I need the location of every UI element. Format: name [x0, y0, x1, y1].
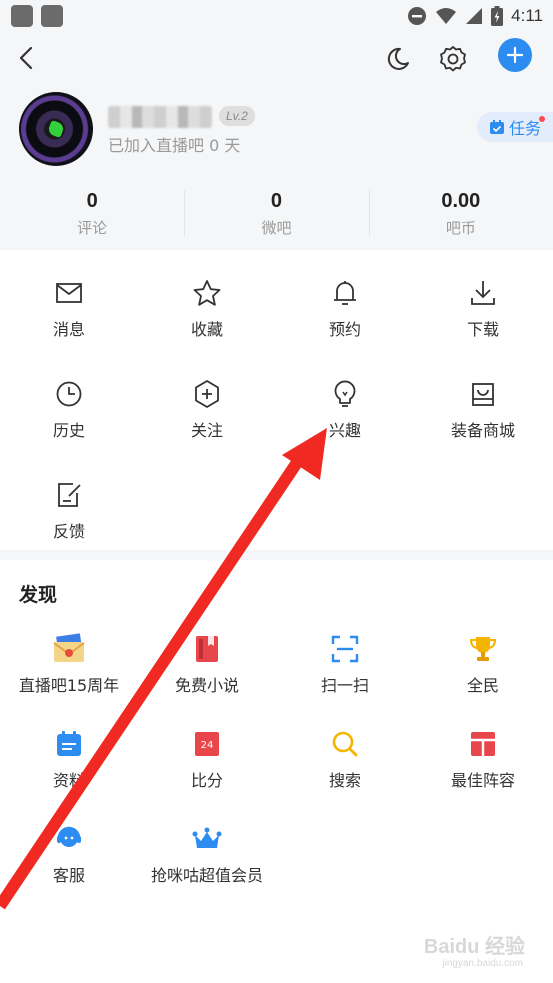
- discover-item-data[interactable]: 资料: [0, 727, 138, 791]
- stat-label: 评论: [77, 219, 108, 237]
- menu-item-feedback[interactable]: 反馈: [0, 478, 138, 542]
- discover-label: 资料: [52, 771, 85, 790]
- plus-icon: [506, 46, 524, 64]
- discover-label: 最佳阵容: [450, 771, 515, 790]
- discover-label: 扫一扫: [320, 676, 369, 695]
- menu-label: 历史: [52, 421, 85, 440]
- menu-item-equipment-store[interactable]: 装备商城: [414, 377, 552, 441]
- section-divider: [0, 550, 553, 560]
- envelope-anniversary-icon: [53, 633, 85, 662]
- svg-text:24: 24: [201, 740, 214, 751]
- discover-label: 比分: [190, 771, 223, 790]
- back-arrow-icon: [19, 46, 33, 70]
- status-bar: 4:11: [0, 0, 553, 32]
- discover-item-search[interactable]: 搜索: [276, 727, 414, 791]
- scan-icon: [331, 635, 359, 663]
- discover-label: 客服: [52, 866, 85, 885]
- moon-icon: [387, 47, 409, 70]
- discover-title: 发现: [19, 584, 58, 606]
- book-icon: [196, 636, 218, 662]
- discover-label: 全民: [466, 676, 499, 695]
- download-icon: [471, 281, 495, 305]
- star-icon: [193, 280, 221, 306]
- shopping-bag-icon: [472, 383, 494, 406]
- menu-label: 预约: [328, 320, 361, 339]
- stat-value: 0: [86, 190, 98, 212]
- menu-label: 兴趣: [328, 421, 361, 440]
- minus-circle-icon: [408, 7, 427, 25]
- menu-item-messages[interactable]: 消息: [0, 276, 138, 340]
- stat-value: 0: [270, 190, 283, 212]
- plus-hexagon-icon: [195, 380, 219, 408]
- discover-item-scan[interactable]: 扫一扫: [276, 632, 414, 696]
- menu-label: 关注: [190, 421, 223, 440]
- scoreboard-icon: 24: [195, 732, 219, 756]
- task-label: 任务: [508, 119, 541, 138]
- add-button[interactable]: [498, 38, 532, 72]
- stat-coins[interactable]: 0.00 吧币: [368, 182, 553, 242]
- clock-time: 4:11: [511, 6, 543, 25]
- lightbulb-icon: [334, 380, 356, 407]
- crown-icon: [192, 827, 222, 848]
- stat-weiba[interactable]: 0 微吧: [184, 182, 368, 242]
- stat-comments[interactable]: 0 评论: [0, 182, 184, 242]
- menu-label: 下载: [466, 320, 499, 339]
- menu-item-reservations[interactable]: 预约: [276, 276, 414, 340]
- menu-item-downloads[interactable]: 下载: [414, 276, 552, 340]
- menu-item-follow[interactable]: 关注: [138, 377, 276, 441]
- menu-item-favorites[interactable]: 收藏: [138, 276, 276, 340]
- discover-item-migu-membership[interactable]: 抢咪咕超值会员: [138, 822, 276, 886]
- avatar[interactable]: [19, 92, 93, 166]
- task-notification-dot: [539, 116, 545, 122]
- menu-item-interests[interactable]: 兴趣: [276, 377, 414, 441]
- username-blurred: [108, 106, 212, 128]
- stat-label: 吧币: [445, 219, 476, 237]
- stat-value: 0.00: [441, 190, 481, 212]
- menu-item-history[interactable]: 历史: [0, 377, 138, 441]
- customer-service-icon: [57, 826, 81, 847]
- feedback-edit-icon: [58, 483, 81, 507]
- razer-logo-icon: [47, 120, 65, 138]
- menu-label: 反馈: [52, 522, 85, 541]
- wifi-icon: [436, 8, 457, 24]
- task-button[interactable]: 任务: [477, 112, 553, 142]
- calendar-icon: [57, 731, 81, 756]
- back-button[interactable]: [10, 42, 42, 74]
- joined-days-text: 已加入直播吧 0 天: [108, 136, 241, 155]
- profile-header: Lv.2 已加入直播吧 0 天 任务 0 评论 0 微吧 0.00 吧币: [0, 32, 553, 250]
- discover-item-customer-service[interactable]: 客服: [0, 822, 138, 886]
- notification-icon: [11, 5, 33, 27]
- discover-label: 搜索: [328, 771, 361, 790]
- mail-icon: [56, 283, 82, 303]
- battery-icon: [491, 6, 504, 26]
- watermark-url: jingyan.baidu.com: [442, 958, 523, 969]
- level-badge: Lv.2: [219, 106, 255, 126]
- menu-label: 收藏: [190, 320, 223, 339]
- discover-item-all-people[interactable]: 全民: [414, 632, 552, 696]
- menu-label: 装备商城: [450, 421, 515, 440]
- watermark: Baidu 经验: [423, 936, 525, 958]
- notification-icon: [41, 5, 63, 27]
- trophy-icon: [469, 637, 497, 661]
- settings-button[interactable]: [436, 42, 470, 76]
- stat-label: 微吧: [261, 219, 292, 237]
- task-calendar-icon: [489, 120, 504, 134]
- discover-item-best-lineup[interactable]: 最佳阵容: [414, 727, 552, 791]
- clock-icon: [56, 381, 82, 407]
- discover-label: 直播吧15周年: [18, 676, 120, 695]
- signal-icon: [466, 8, 483, 24]
- night-mode-button[interactable]: [381, 42, 415, 76]
- lineup-icon: [471, 732, 495, 756]
- discover-item-scores[interactable]: 24 比分: [138, 727, 276, 791]
- discover-label: 免费小说: [174, 676, 239, 695]
- bell-icon: [334, 281, 356, 305]
- search-icon: [332, 731, 358, 757]
- discover-item-free-novels[interactable]: 免费小说: [138, 632, 276, 696]
- stats-row: 0 评论 0 微吧 0.00 吧币: [0, 182, 553, 242]
- discover-item-anniversary[interactable]: 直播吧15周年: [0, 632, 138, 696]
- discover-label: 抢咪咕超值会员: [150, 866, 263, 885]
- menu-label: 消息: [52, 320, 85, 339]
- gear-icon: [440, 46, 466, 72]
